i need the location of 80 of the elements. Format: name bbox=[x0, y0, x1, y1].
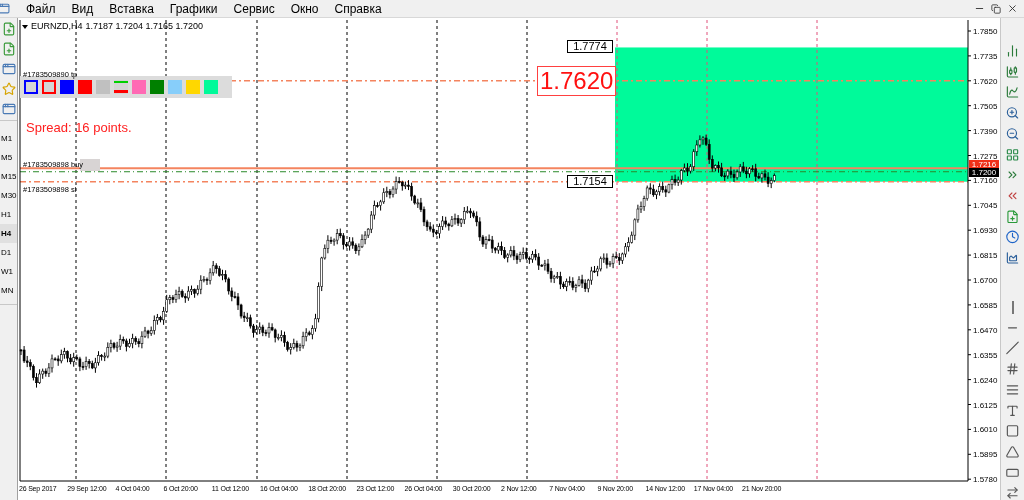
price-label: 1.7774 bbox=[567, 40, 613, 54]
price-tick: 1.6355 bbox=[973, 350, 998, 360]
text-icon[interactable] bbox=[1005, 403, 1020, 418]
indicator-window-icon[interactable] bbox=[1005, 251, 1020, 265]
menu-item[interactable]: Файл bbox=[18, 0, 64, 18]
price-tick: 1.7045 bbox=[973, 201, 998, 211]
fibonacci-icon[interactable] bbox=[1005, 382, 1020, 397]
spread-text: Spread: 16 points. bbox=[26, 119, 132, 137]
channel-icon[interactable] bbox=[1005, 362, 1020, 376]
menu-item[interactable]: Вид bbox=[63, 0, 102, 18]
line-chart-icon[interactable] bbox=[1005, 85, 1020, 100]
zoom-in-icon[interactable] bbox=[1005, 106, 1020, 120]
color-swatch[interactable] bbox=[78, 80, 92, 94]
restore-icon[interactable] bbox=[991, 3, 1001, 14]
timeframe-button[interactable]: MN bbox=[0, 281, 17, 300]
timeframe-button[interactable]: M5 bbox=[0, 148, 17, 167]
menu-item[interactable]: Справка bbox=[326, 0, 390, 18]
star-icon[interactable] bbox=[1, 82, 16, 96]
new-chart-icon[interactable] bbox=[1, 42, 16, 56]
menu-item[interactable]: Окно bbox=[282, 0, 327, 18]
color-swatch[interactable] bbox=[204, 80, 218, 94]
menu-item[interactable]: Графики bbox=[161, 0, 226, 18]
text-label-icon[interactable] bbox=[1005, 424, 1020, 438]
color-swatch[interactable] bbox=[96, 80, 110, 94]
price-tick: 1.5780 bbox=[973, 475, 998, 485]
clock-icon[interactable] bbox=[1005, 230, 1020, 245]
price-tick: 1.7850 bbox=[973, 27, 998, 36]
timeframe-button[interactable]: H4 bbox=[0, 224, 17, 243]
price-tick: 1.6010 bbox=[973, 425, 998, 435]
arrows-icon[interactable] bbox=[1005, 486, 1020, 500]
price-tick: 1.7620 bbox=[973, 76, 998, 86]
dropdown-icon[interactable] bbox=[22, 24, 28, 29]
color-swatch[interactable] bbox=[132, 80, 146, 94]
price-tick: 1.6125 bbox=[973, 400, 998, 410]
trend-line-icon[interactable] bbox=[1005, 341, 1020, 356]
color-swatch[interactable] bbox=[168, 80, 182, 94]
price-tick: 1.6700 bbox=[973, 276, 998, 285]
take-profit-label: 1.7620 bbox=[537, 65, 617, 96]
timeframe-button[interactable]: M1 bbox=[0, 129, 17, 148]
menu-item[interactable]: Сервис bbox=[225, 0, 283, 18]
price-tick: 1.6815 bbox=[973, 251, 998, 261]
price-tick: 1.6470 bbox=[973, 325, 998, 335]
price-tick: 1.7505 bbox=[973, 101, 998, 111]
price-tick: 1.7275 bbox=[973, 151, 998, 161]
bar-chart-icon[interactable] bbox=[1005, 44, 1020, 58]
new-chart-icon[interactable] bbox=[1, 22, 16, 36]
triangle-icon[interactable] bbox=[1005, 444, 1020, 459]
price-tick: 1.7160 bbox=[973, 176, 998, 186]
price-label: 1.7154 bbox=[567, 174, 613, 188]
price-tick: 1.6930 bbox=[973, 226, 998, 236]
timeframe-button[interactable]: W1 bbox=[0, 262, 17, 281]
price-tick: 1.5895 bbox=[973, 450, 998, 460]
timeframe-button[interactable]: M30 bbox=[0, 186, 17, 205]
zoom-out-icon[interactable] bbox=[1005, 126, 1020, 141]
symbol-label: EURNZD,H4 bbox=[31, 20, 83, 33]
vertical-line-icon[interactable] bbox=[1011, 300, 1014, 314]
tile-windows-icon[interactable] bbox=[1005, 147, 1020, 162]
current-price-label: 1.7200 bbox=[969, 167, 999, 177]
new-chart-icon[interactable] bbox=[1005, 209, 1020, 224]
price-tick: 1.6585 bbox=[973, 300, 998, 310]
color-swatch[interactable] bbox=[24, 80, 38, 94]
color-swatch[interactable] bbox=[42, 80, 56, 94]
menu-item[interactable]: Вставка bbox=[101, 0, 162, 18]
candlestick-icon[interactable] bbox=[1005, 64, 1020, 79]
color-swatch[interactable] bbox=[150, 80, 164, 94]
price-tick: 1.7735 bbox=[973, 51, 998, 61]
color-swatch[interactable] bbox=[60, 80, 74, 94]
timeframe-button[interactable]: D1 bbox=[0, 243, 17, 262]
close-icon[interactable] bbox=[1007, 3, 1018, 14]
timeframe-button[interactable]: M15 bbox=[0, 167, 17, 186]
color-swatch[interactable] bbox=[186, 80, 200, 94]
timeframe-button[interactable]: H1 bbox=[0, 205, 17, 224]
window-icon[interactable] bbox=[1, 102, 16, 116]
order-line[interactable] bbox=[19, 167, 969, 170]
app-icon bbox=[0, 2, 10, 15]
profiles-icon[interactable] bbox=[1, 62, 16, 76]
price-tick: 1.7390 bbox=[973, 126, 998, 136]
ohlc-values: 1.7187 1.7204 1.7165 1.7200 bbox=[85, 20, 204, 33]
line-style-swatch[interactable] bbox=[114, 80, 128, 94]
price-tick: 1.6240 bbox=[973, 375, 998, 385]
